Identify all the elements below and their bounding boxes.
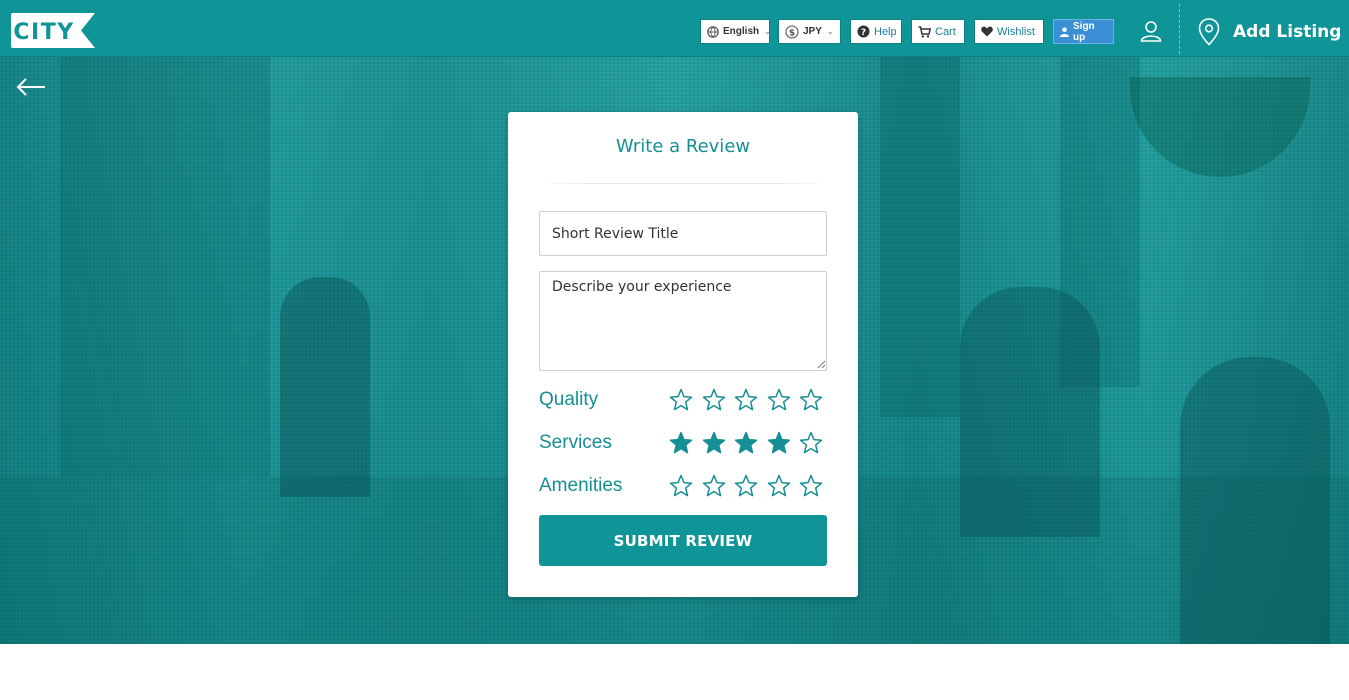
star-filled-icon[interactable] xyxy=(767,431,791,455)
review-card-title: Write a Review xyxy=(615,136,751,157)
star-filled-icon[interactable] xyxy=(669,431,693,455)
help-label: Help xyxy=(874,25,897,38)
cart-label: Cart xyxy=(935,25,956,38)
star-empty-icon[interactable] xyxy=(767,388,791,412)
cart-icon xyxy=(918,25,931,38)
star-empty-icon[interactable] xyxy=(702,388,726,412)
back-arrow-icon[interactable] xyxy=(16,77,46,97)
user-account-icon[interactable] xyxy=(1140,20,1162,42)
svg-text:$: $ xyxy=(789,28,795,38)
star-empty-icon[interactable] xyxy=(767,474,791,498)
dollar-circle-icon: $ xyxy=(785,24,799,39)
star-empty-icon[interactable] xyxy=(702,474,726,498)
add-listing-label: Add Listing xyxy=(1233,22,1342,42)
add-listing-button[interactable]: Add Listing xyxy=(1197,18,1341,46)
wishlist-button[interactable]: Wishlist xyxy=(974,19,1044,44)
star-rating[interactable] xyxy=(669,474,832,498)
language-select[interactable]: English ⌄ xyxy=(700,19,771,44)
help-button[interactable]: ? Help xyxy=(850,19,902,44)
rating-label: Amenities xyxy=(539,475,623,496)
review-title-input[interactable] xyxy=(539,211,827,256)
question-circle-icon: ? xyxy=(857,25,870,38)
star-empty-icon[interactable] xyxy=(669,388,693,412)
user-small-icon xyxy=(1060,27,1069,37)
background-figure xyxy=(280,277,370,497)
background-hanging-basket xyxy=(1130,77,1310,177)
wishlist-label: Wishlist xyxy=(997,25,1035,38)
star-filled-icon[interactable] xyxy=(734,431,758,455)
star-empty-icon[interactable] xyxy=(669,474,693,498)
cart-button[interactable]: Cart xyxy=(911,19,965,44)
star-rating[interactable] xyxy=(669,388,832,412)
review-card: Write a Review Quality Services Amenitie… xyxy=(508,112,858,597)
chevron-down-icon: ⌄ xyxy=(826,27,834,36)
background-pillar xyxy=(880,57,960,417)
review-description-textarea[interactable] xyxy=(539,271,827,371)
currency-label: JPY xyxy=(803,26,822,37)
svg-text:?: ? xyxy=(861,28,866,38)
star-empty-icon[interactable] xyxy=(734,388,758,412)
logo-text: CITY xyxy=(13,20,74,45)
background-figure xyxy=(1180,357,1330,644)
chevron-down-icon: ⌄ xyxy=(764,27,771,36)
currency-select[interactable]: $ JPY ⌄ xyxy=(778,19,841,44)
star-empty-icon[interactable] xyxy=(734,474,758,498)
rating-row-services: Services xyxy=(539,429,829,459)
star-filled-icon[interactable] xyxy=(702,431,726,455)
globe-icon xyxy=(707,25,719,38)
submit-review-button[interactable]: SUBMIT REVIEW xyxy=(539,515,827,566)
background-figure xyxy=(960,287,1100,537)
star-empty-icon[interactable] xyxy=(799,431,823,455)
city-logo[interactable]: CITY xyxy=(11,13,95,48)
signup-label: Sign up xyxy=(1073,20,1095,43)
star-empty-icon[interactable] xyxy=(799,474,823,498)
map-pin-icon xyxy=(1197,18,1221,46)
rating-label: Quality xyxy=(539,389,599,410)
signup-button[interactable]: Sign up xyxy=(1053,19,1114,44)
header-divider xyxy=(1179,4,1180,54)
star-rating[interactable] xyxy=(669,431,832,455)
heart-icon xyxy=(981,26,993,37)
card-divider xyxy=(538,183,828,184)
rating-label: Services xyxy=(539,432,612,453)
language-label: English xyxy=(723,26,760,37)
top-header: CITY English ⌄ $ JPY ⌄ ? Help Cart Wishl… xyxy=(0,0,1349,57)
star-empty-icon[interactable] xyxy=(799,388,823,412)
rating-row-quality: Quality xyxy=(539,386,829,416)
background-wall xyxy=(60,57,270,477)
rating-row-amenities: Amenities xyxy=(539,472,829,502)
